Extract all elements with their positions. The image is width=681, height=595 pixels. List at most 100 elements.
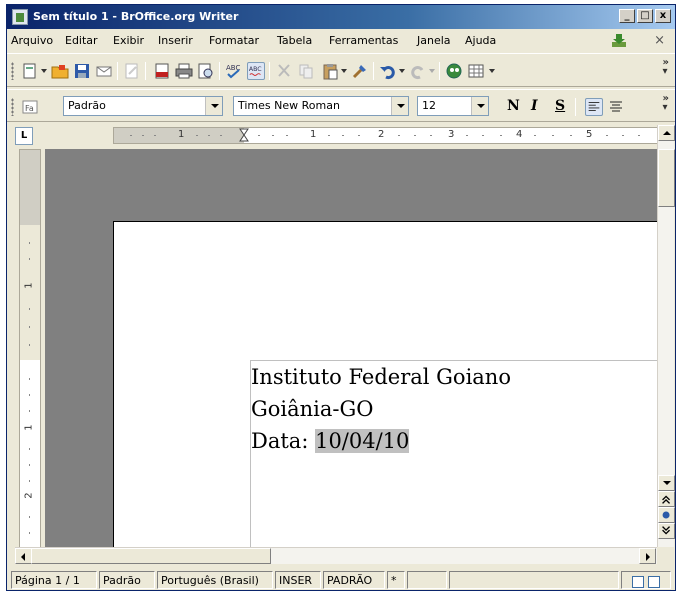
export-pdf-icon[interactable] — [153, 62, 171, 80]
maximize-button[interactable]: □ — [637, 9, 653, 23]
ruler-tick — [430, 135, 432, 136]
vertical-scrollbar[interactable] — [657, 125, 675, 547]
chevron-down-icon[interactable] — [391, 97, 408, 115]
navigation-target-icon[interactable] — [658, 507, 675, 523]
toolbar-more-icon[interactable]: » ▾ — [663, 58, 669, 77]
status-page[interactable]: Página 1 / 1 — [11, 571, 97, 589]
paste-icon[interactable] — [321, 62, 339, 80]
previous-page-icon[interactable] — [658, 491, 675, 507]
navigator-icon[interactable] — [445, 62, 463, 80]
horizontal-scrollbar[interactable] — [15, 547, 657, 564]
menu-formatar[interactable]: Formatar — [209, 34, 259, 47]
table-icon[interactable] — [467, 62, 485, 80]
scroll-left-icon[interactable] — [15, 548, 32, 564]
close-document-icon[interactable]: × — [654, 33, 665, 48]
ruler-label: 5 — [586, 129, 593, 140]
menu-janela[interactable]: Janela — [417, 34, 451, 47]
tab-stop-selector[interactable]: L — [15, 127, 33, 145]
ruler-tick — [29, 448, 30, 450]
undo-icon[interactable] — [379, 62, 397, 80]
redo-icon[interactable] — [409, 62, 427, 80]
toolbar-more-icon[interactable]: » ▾ — [663, 94, 669, 113]
edit-file-icon[interactable] — [123, 62, 141, 80]
status-selection-mode[interactable]: PADRÃO — [323, 571, 385, 589]
date-label[interactable]: Data: — [251, 429, 315, 453]
email-icon[interactable] — [95, 62, 113, 80]
vertical-scroll-thumb[interactable] — [658, 149, 675, 207]
status-style[interactable]: Padrão — [99, 571, 155, 589]
new-dropdown-icon[interactable] — [41, 69, 47, 73]
status-signature[interactable] — [407, 571, 447, 589]
ruler-tick — [196, 135, 198, 136]
clone-format-icon[interactable] — [351, 62, 369, 80]
menu-inserir[interactable]: Inserir — [158, 34, 193, 47]
paste-dropdown-icon[interactable] — [341, 69, 347, 73]
text-body[interactable]: Instituto Federal Goiano Goiânia-GO Data… — [250, 360, 657, 547]
minimize-button[interactable]: _ — [619, 9, 635, 23]
align-center-icon[interactable] — [607, 98, 625, 116]
menu-arquivo[interactable]: Arquivo — [11, 34, 53, 47]
toolbar-grip[interactable] — [11, 62, 14, 80]
menu-editar[interactable]: Editar — [65, 34, 98, 47]
vertical-ruler[interactable]: 1 1 2 — [19, 149, 41, 550]
undo-dropdown-icon[interactable] — [399, 69, 405, 73]
single-page-view-icon[interactable] — [632, 576, 644, 588]
document-line-3[interactable]: Data: 10/04/10 — [251, 429, 410, 453]
status-insert-mode[interactable]: INSER — [275, 571, 321, 589]
cut-icon[interactable] — [275, 62, 293, 80]
multi-page-view-icon[interactable] — [648, 576, 660, 588]
toolbar-grip[interactable] — [11, 98, 14, 116]
scroll-up-icon[interactable] — [658, 125, 675, 141]
formatting-toolbar: Fa Padrão Times New Roman 12 N I S » ▾ — [7, 89, 675, 122]
menu-ajuda[interactable]: Ajuda — [465, 34, 496, 47]
font-name-select[interactable]: Times New Roman — [233, 96, 409, 116]
update-download-icon[interactable] — [611, 33, 627, 48]
page-preview-icon[interactable] — [197, 62, 215, 80]
align-left-icon[interactable] — [585, 98, 603, 116]
menu-bar: Arquivo Editar Exibir Inserir Formatar T… — [7, 31, 675, 51]
ruler-tick — [552, 135, 554, 136]
document-line-1[interactable]: Instituto Federal Goiano — [251, 365, 511, 389]
status-language[interactable]: Português (Brasil) — [157, 571, 273, 589]
selected-text[interactable]: 10/04/10 — [315, 429, 410, 453]
status-view-layout[interactable] — [621, 571, 671, 589]
underline-button[interactable]: S — [555, 98, 565, 114]
italic-button[interactable]: I — [531, 98, 538, 114]
autospellcheck-icon[interactable]: ABC — [247, 62, 265, 80]
copy-icon[interactable] — [297, 62, 315, 80]
document-page[interactable]: Instituto Federal Goiano Goiânia-GO Data… — [113, 221, 657, 547]
menu-ferramentas[interactable]: Ferramentas — [329, 34, 398, 47]
document-line-2[interactable]: Goiânia-GO — [251, 397, 374, 421]
ruler-tick — [29, 516, 30, 518]
toolbar-separator — [269, 62, 270, 80]
paragraph-style-select[interactable]: Padrão — [63, 96, 223, 116]
menu-tabela[interactable]: Tabela — [277, 34, 312, 47]
spellcheck-icon[interactable]: ABC — [225, 62, 243, 80]
chevron-down-icon[interactable] — [471, 97, 488, 115]
new-document-icon[interactable] — [21, 62, 39, 80]
status-modified[interactable]: * — [387, 571, 405, 589]
bold-button[interactable]: N — [507, 98, 520, 114]
font-name-value: Times New Roman — [238, 99, 340, 112]
font-size-select[interactable]: 12 — [417, 96, 489, 116]
indent-marker-icon[interactable] — [239, 128, 249, 144]
save-icon[interactable] — [73, 62, 91, 80]
toolbar-separator — [439, 62, 440, 80]
horizontal-ruler[interactable]: 1 1 2 3 4 5 — [113, 127, 659, 144]
table-dropdown-icon[interactable] — [489, 69, 495, 73]
document-area[interactable]: Instituto Federal Goiano Goiânia-GO Data… — [45, 149, 657, 547]
print-icon[interactable] — [175, 62, 193, 80]
horizontal-scroll-thumb[interactable] — [31, 548, 271, 564]
next-page-icon[interactable] — [658, 523, 675, 539]
toolbar-separator — [117, 62, 118, 80]
chevron-down-icon[interactable] — [205, 97, 222, 115]
open-folder-icon[interactable] — [51, 62, 69, 80]
ruler-label: 2 — [378, 129, 385, 140]
scroll-down-icon[interactable] — [658, 475, 675, 491]
redo-dropdown-icon[interactable] — [429, 69, 435, 73]
styles-formatting-icon[interactable]: Fa — [21, 98, 39, 116]
menu-exibir[interactable]: Exibir — [113, 34, 144, 47]
close-button[interactable]: x — [655, 9, 671, 23]
scroll-right-icon[interactable] — [639, 548, 656, 564]
title-bar[interactable]: Sem título 1 - BrOffice.org Writer _ □ x — [7, 5, 675, 29]
